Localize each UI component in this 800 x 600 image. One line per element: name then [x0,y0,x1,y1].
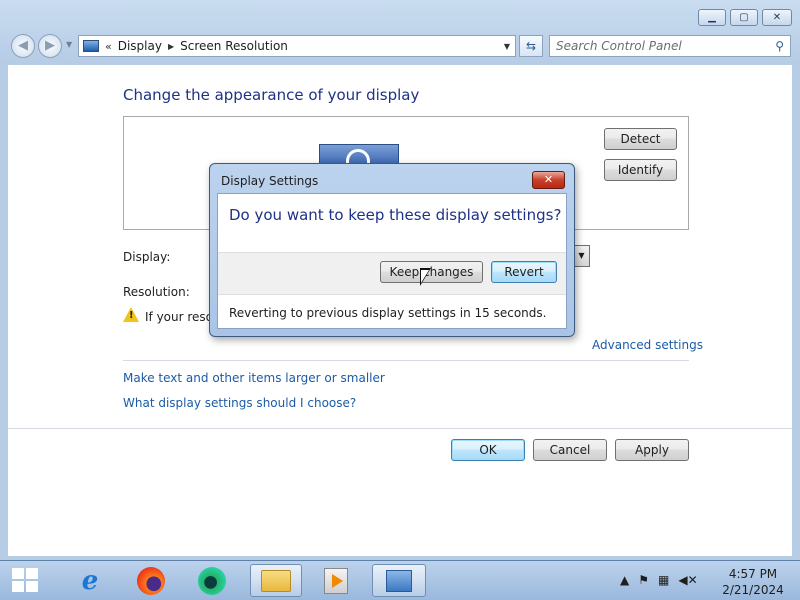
maximize-button[interactable]: ▢ [730,9,758,26]
forward-button[interactable]: ▶ [38,34,62,58]
folder-icon [261,569,291,592]
display-label: Display: [123,250,171,264]
control-panel-icon [386,569,412,592]
text-size-link[interactable]: Make text and other items larger or smal… [123,371,385,385]
detect-button[interactable]: Detect [604,128,677,150]
windows-logo-icon [26,581,38,592]
windows-logo-icon [26,568,38,579]
recent-pages-dropdown[interactable]: ▼ [66,40,72,49]
chevron-up-icon[interactable]: ▲ [620,573,629,587]
cancel-button[interactable]: Cancel [533,439,607,461]
search-icon[interactable]: ⚲ [775,39,784,53]
chevron-down-icon[interactable]: ▼ [499,42,515,51]
dialog-close-button[interactable]: ✕ [532,171,565,189]
windows-logo-icon [12,568,24,579]
clock[interactable]: 4:57 PM 2/21/2024 [718,566,788,598]
mouse-cursor-icon [420,268,431,286]
page-title: Change the appearance of your display [123,86,420,104]
apply-button[interactable]: Apply [615,439,689,461]
flag-icon[interactable]: ⚑ [638,573,649,587]
advanced-settings-link[interactable]: Advanced settings [592,338,703,352]
media-player-icon [324,567,348,594]
resolution-label: Resolution: [123,285,190,299]
revert-button[interactable]: Revert [491,261,557,283]
divider [123,360,689,361]
edge-icon [198,566,226,595]
identify-button[interactable]: Identify [604,159,677,181]
start-button[interactable] [12,568,40,594]
taskbar-media-player[interactable] [314,564,358,597]
taskbar-edge[interactable] [190,564,234,597]
back-button[interactable]: ◀ [11,34,35,58]
breadcrumb-display[interactable]: Display [118,39,162,53]
display-help-link[interactable]: What display settings should I choose? [123,396,356,410]
arrow-left-icon: ◀ [18,38,28,53]
monitor-icon[interactable] [319,144,399,165]
internet-explorer-icon: e [81,565,99,596]
display-settings-dialog: Display Settings ✕ Do you want to keep t… [209,163,575,337]
refresh-button[interactable]: ⇆ [519,35,543,57]
taskbar-control-panel[interactable] [372,564,426,597]
chevron-right-icon[interactable]: ▶ [168,42,174,51]
search-box[interactable]: ⚲ [549,35,791,57]
display-dropdown-arrow[interactable]: ▼ [573,245,590,267]
windows-logo-icon [12,581,24,592]
dialog-question: Do you want to keep these display settin… [229,206,562,224]
taskbar-firefox[interactable] [129,564,173,597]
system-tray: ▲ ⚑ ▦ ◀✕ [620,573,698,587]
keep-changes-button[interactable]: Keep changes [380,261,483,283]
taskbar-internet-explorer[interactable]: e [68,564,112,597]
dialog-body: Do you want to keep these display settin… [217,193,567,329]
taskbar-file-explorer[interactable] [250,564,302,597]
network-icon[interactable]: ▦ [658,573,669,587]
revert-countdown-text: Reverting to previous display settings i… [229,306,547,320]
window-controls: ▁ ▢ ✕ [698,9,792,26]
breadcrumb-overflow[interactable]: « [105,40,112,53]
control-panel-icon [83,40,99,52]
firefox-icon [137,566,165,595]
dialog-title: Display Settings [221,174,319,188]
clock-time: 4:57 PM [728,567,778,581]
volume-muted-icon[interactable]: ◀✕ [678,573,697,587]
warning-icon [123,307,139,322]
clock-date: 2/21/2024 [722,583,784,597]
taskbar: e ▲ ⚑ ▦ ◀✕ 4:57 PM 2/21/2024 [0,560,800,600]
ok-button[interactable]: OK [451,439,525,461]
divider [8,428,792,429]
close-button[interactable]: ✕ [762,9,792,26]
arrow-right-icon: ▶ [45,38,55,53]
dialog-button-strip: Keep changes Revert [218,252,566,295]
refresh-icon: ⇆ [525,39,537,53]
address-bar[interactable]: « Display ▶ Screen Resolution ▼ [78,35,516,57]
search-input[interactable] [556,39,776,53]
minimize-button[interactable]: ▁ [698,9,726,26]
breadcrumb-screen-resolution[interactable]: Screen Resolution [180,39,288,53]
